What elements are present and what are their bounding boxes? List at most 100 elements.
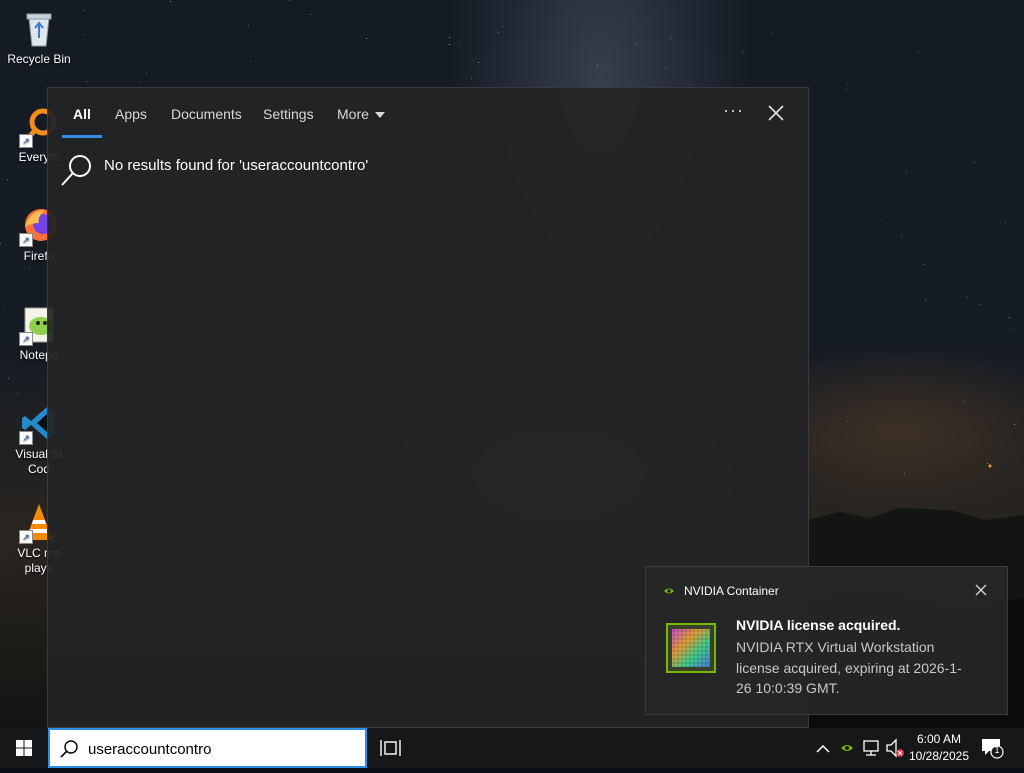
shortcut-arrow-icon: ↗ (19, 431, 33, 445)
wallpaper-star (1014, 424, 1015, 425)
close-icon (768, 105, 784, 121)
wallpaper-star (847, 421, 848, 422)
wallpaper-star (978, 257, 979, 258)
search-input[interactable] (88, 738, 353, 760)
search-icon (60, 740, 78, 758)
gpu-chip-icon (666, 623, 716, 673)
wallpaper-star (289, 0, 290, 1)
shortcut-arrow-icon: ↗ (19, 530, 33, 544)
task-view-icon (380, 740, 401, 756)
desktop-icon-label: Recycle Bin (7, 52, 71, 66)
wallpaper-star (967, 297, 968, 298)
wallpaper-star (503, 26, 504, 27)
shortcut-arrow-icon: ↗ (19, 233, 33, 247)
wallpaper-star (987, 463, 988, 464)
taskbar: 6:00 AM 10/28/2025 1 (0, 728, 1024, 768)
taskbar-clock[interactable]: 6:00 AM 10/28/2025 (906, 731, 972, 765)
wallpaper-star (665, 68, 666, 69)
wallpaper-star (636, 43, 637, 44)
wallpaper-star (670, 38, 671, 39)
recycle-bin-icon (19, 8, 59, 48)
wallpaper-star (83, 10, 84, 11)
tab-all[interactable]: All (73, 106, 91, 122)
wallpaper-star (449, 44, 450, 45)
wallpaper-star (366, 38, 367, 39)
wallpaper-star (964, 401, 965, 402)
wallpaper-star (846, 89, 847, 90)
active-tab-indicator (62, 135, 102, 138)
wallpaper-star (925, 299, 926, 300)
notification-app-name: NVIDIA Container (684, 584, 779, 598)
show-hidden-icons-button[interactable] (814, 728, 832, 768)
wallpaper-star (248, 25, 249, 26)
start-button[interactable] (0, 728, 48, 768)
search-tabs: All Apps Documents Settings More ··· (48, 88, 808, 140)
notification-body: NVIDIA RTX Virtual Workstation license a… (736, 639, 962, 696)
wallpaper-star (901, 235, 902, 236)
wallpaper-star (980, 304, 981, 305)
wallpaper-star (86, 81, 87, 82)
wallpaper-star (974, 162, 975, 163)
wallpaper-star (17, 393, 18, 394)
wallpaper-star (906, 172, 907, 173)
notification-toast[interactable]: NVIDIA Container NVIDIA license acquired… (645, 566, 1008, 715)
search-icon (60, 153, 94, 187)
wallpaper-star (847, 84, 848, 85)
wallpaper-star (310, 14, 311, 15)
tab-documents[interactable]: Documents (171, 106, 242, 122)
wallpaper-star (1005, 222, 1006, 223)
windows-logo-icon (16, 740, 32, 756)
wallpaper-star (918, 52, 919, 53)
network-icon (863, 740, 879, 756)
clock-date: 10/28/2025 (908, 749, 970, 763)
wallpaper-star (29, 268, 30, 269)
tray-network[interactable] (861, 728, 881, 768)
wallpaper-star (449, 37, 450, 38)
shortcut-arrow-icon: ↗ (19, 332, 33, 346)
wallpaper-star (7, 179, 8, 180)
wallpaper-star (924, 264, 925, 265)
tab-more[interactable]: More (337, 106, 385, 122)
nvidia-tray-icon (841, 745, 853, 751)
clock-time: 6:00 AM (916, 732, 962, 746)
wallpaper-star (8, 378, 9, 379)
wallpaper-star (146, 73, 147, 74)
close-icon (975, 584, 987, 596)
tray-volume[interactable] (885, 728, 905, 768)
wallpaper-star (84, 34, 85, 35)
task-view-button[interactable] (380, 738, 402, 758)
volume-muted-icon (886, 738, 904, 758)
tray-nvidia[interactable] (838, 728, 856, 768)
tab-more-label: More (337, 106, 369, 122)
wallpaper-star (170, 1, 171, 2)
desktop-icon-recycle-bin[interactable]: Recycle Bin (0, 8, 78, 67)
close-search-button[interactable] (766, 103, 786, 123)
wallpaper-star (1009, 317, 1010, 318)
wallpaper-star (597, 65, 598, 66)
wallpaper-star (139, 82, 140, 83)
shortcut-arrow-icon: ↗ (19, 134, 33, 148)
wallpaper-star (471, 78, 472, 79)
taskbar-search-box[interactable] (48, 728, 367, 768)
more-options-button[interactable]: ··· (723, 100, 744, 121)
notification-close-button[interactable] (974, 583, 988, 597)
tab-settings[interactable]: Settings (263, 106, 314, 122)
wallpaper-star (459, 45, 460, 46)
nvidia-logo-icon (664, 588, 674, 594)
action-center-button[interactable]: 1 (980, 737, 1004, 759)
tab-apps[interactable]: Apps (115, 106, 147, 122)
wallpaper-star (478, 62, 479, 63)
wallpaper-star (1010, 329, 1011, 330)
wallpaper-star (337, 13, 338, 14)
wallpaper-star (498, 32, 499, 33)
wallpaper-star (690, 84, 691, 85)
notification-title: NVIDIA license acquired. (736, 617, 901, 633)
wallpaper-star (881, 220, 882, 221)
wallpaper-star (904, 473, 905, 474)
chevron-down-icon (374, 112, 385, 119)
wallpaper-star (914, 132, 915, 133)
wallpaper-star (742, 51, 743, 52)
chevron-up-icon (816, 744, 830, 753)
notification-count-badge: 1 (994, 745, 1000, 755)
wallpaper-star (772, 33, 773, 34)
